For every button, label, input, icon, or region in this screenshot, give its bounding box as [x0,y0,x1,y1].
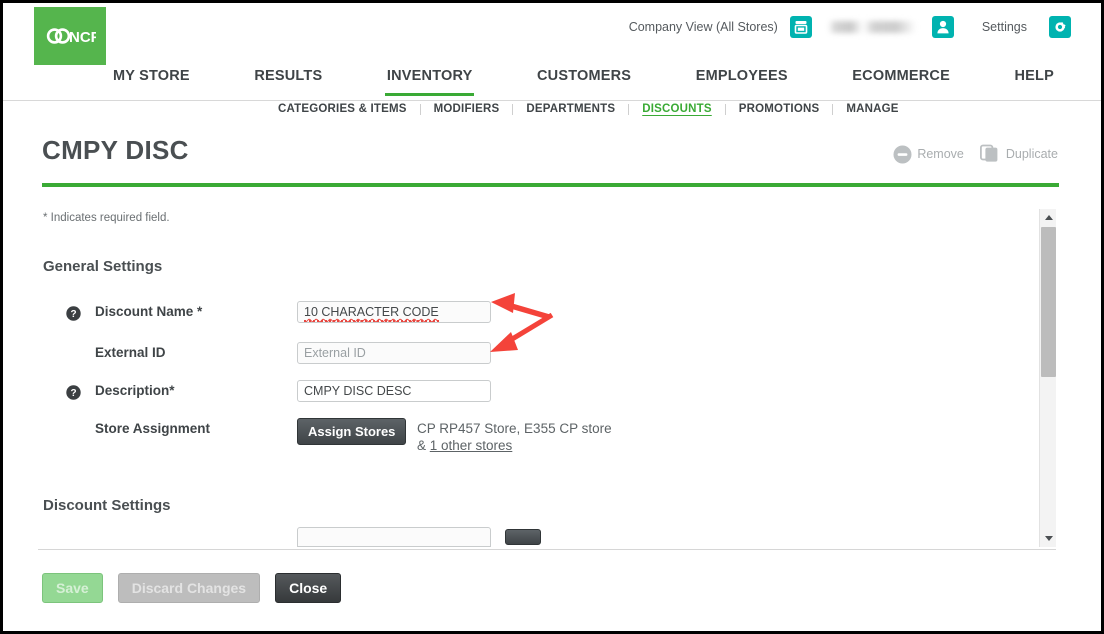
assign-stores-button[interactable]: Assign Stores [297,418,407,445]
svg-text:NCR: NCR [69,29,96,46]
scroll-down-icon[interactable] [1040,530,1057,547]
svg-text:?: ? [70,309,76,320]
subnav-discounts[interactable]: DISCOUNTS [629,103,725,115]
company-view-label: Company View (All Stores) [628,20,778,34]
form-footer-actions: Save Discard Changes Close [42,573,342,603]
nav-my-store[interactable]: MY STORE [111,65,192,93]
form-row-external-id: External ID External ID [38,342,1038,372]
user-icon[interactable] [931,16,954,38]
svg-text:?: ? [70,388,76,399]
nav-inventory[interactable]: INVENTORY [384,65,475,96]
other-stores-link[interactable]: 1 other stores [430,438,513,453]
subnav-promotions[interactable]: PROMOTIONS [726,103,833,115]
duplicate-button[interactable]: Duplicate [979,144,1058,164]
nav-results[interactable]: RESULTS [252,65,324,93]
gear-icon[interactable] [1049,16,1071,38]
app-header: NCR Company View (All Stores) Settings [3,3,1101,65]
user-name-redacted [827,21,916,33]
ncr-logo[interactable]: NCR [34,7,106,65]
remove-icon [893,145,912,163]
duplicate-label: Duplicate [1005,147,1058,161]
subnav-modifiers[interactable]: MODIFIERS [421,103,513,115]
scrollbar-thumb[interactable] [1041,227,1056,377]
nav-help[interactable]: HELP [1013,65,1056,93]
assigned-stores-line1: CP RP457 Store, E355 CP store [417,421,612,436]
store-icon[interactable] [789,16,812,38]
help-icon[interactable]: ? [66,385,81,400]
remove-button[interactable]: Remove [893,145,964,164]
nav-customers[interactable]: CUSTOMERS [535,65,633,93]
title-green-rule [42,183,1059,187]
close-button[interactable]: Close [275,573,342,603]
description-input[interactable]: CMPY DISC DESC [297,380,491,402]
ncr-logo-mark: NCR [46,28,96,46]
primary-navigation: MY STORE RESULTS INVENTORY CUSTOMERS EMP… [3,65,1101,101]
subnav-departments[interactable]: DEPARTMENTS [513,103,628,115]
clipped-button[interactable] [505,529,541,545]
subnav-manage[interactable]: MANAGE [833,103,911,115]
external-id-input[interactable]: External ID [297,342,491,364]
required-field-note: * Indicates required field. [43,212,170,224]
discount-name-input[interactable]: 10 CHARACTER CODE [297,301,491,323]
save-button[interactable]: Save [42,573,103,603]
label-description: Description* [95,383,175,398]
section-heading-discount: Discount Settings [43,497,171,514]
section-heading-general: General Settings [43,258,163,275]
secondary-navigation: CATEGORIES & ITEMS MODIFIERS DEPARTMENTS… [3,103,1101,131]
label-discount-name: Discount Name * [95,304,203,319]
form-content-panel: * Indicates required field. General Sett… [38,209,1056,547]
settings-label[interactable]: Settings [982,20,1027,34]
nav-ecommerce[interactable]: ECOMMERCE [850,65,952,93]
assigned-stores-prefix: & [417,438,430,453]
page-title-row: CMPY DISC Remove Duplicate [3,135,1101,181]
nav-employees[interactable]: EMPLOYEES [694,65,790,93]
form-row-description: ? Description* CMPY DISC DESC [38,380,1038,410]
clipped-input[interactable] [297,527,491,547]
remove-label: Remove [917,147,964,161]
duplicate-icon [979,144,998,162]
header-right-cluster: Company View (All Stores) Settings [629,3,1101,51]
help-icon[interactable]: ? [66,306,81,321]
assigned-stores-summary: CP RP457 Store, E355 CP store & 1 other … [417,420,612,454]
page-actions: Remove Duplicate [893,144,1058,164]
content-bottom-divider [38,549,1056,550]
label-external-id: External ID [95,345,166,360]
label-store-assignment: Store Assignment [95,421,211,436]
scroll-up-icon[interactable] [1040,209,1057,226]
page-title: CMPY DISC [42,135,189,165]
form-row-discount-name: ? Discount Name * 10 CHARACTER CODE [38,301,1038,331]
app-window: NCR Company View (All Stores) Settings [3,3,1101,631]
form-row-clipped [38,527,1038,547]
discount-name-value: 10 CHARACTER CODE [304,305,439,322]
subnav-categories-items[interactable]: CATEGORIES & ITEMS [265,103,420,115]
discard-changes-button[interactable]: Discard Changes [117,573,261,603]
content-scrollbar[interactable] [1039,209,1056,547]
form-row-store-assignment: Store Assignment Assign Stores CP RP457 … [38,418,1038,466]
